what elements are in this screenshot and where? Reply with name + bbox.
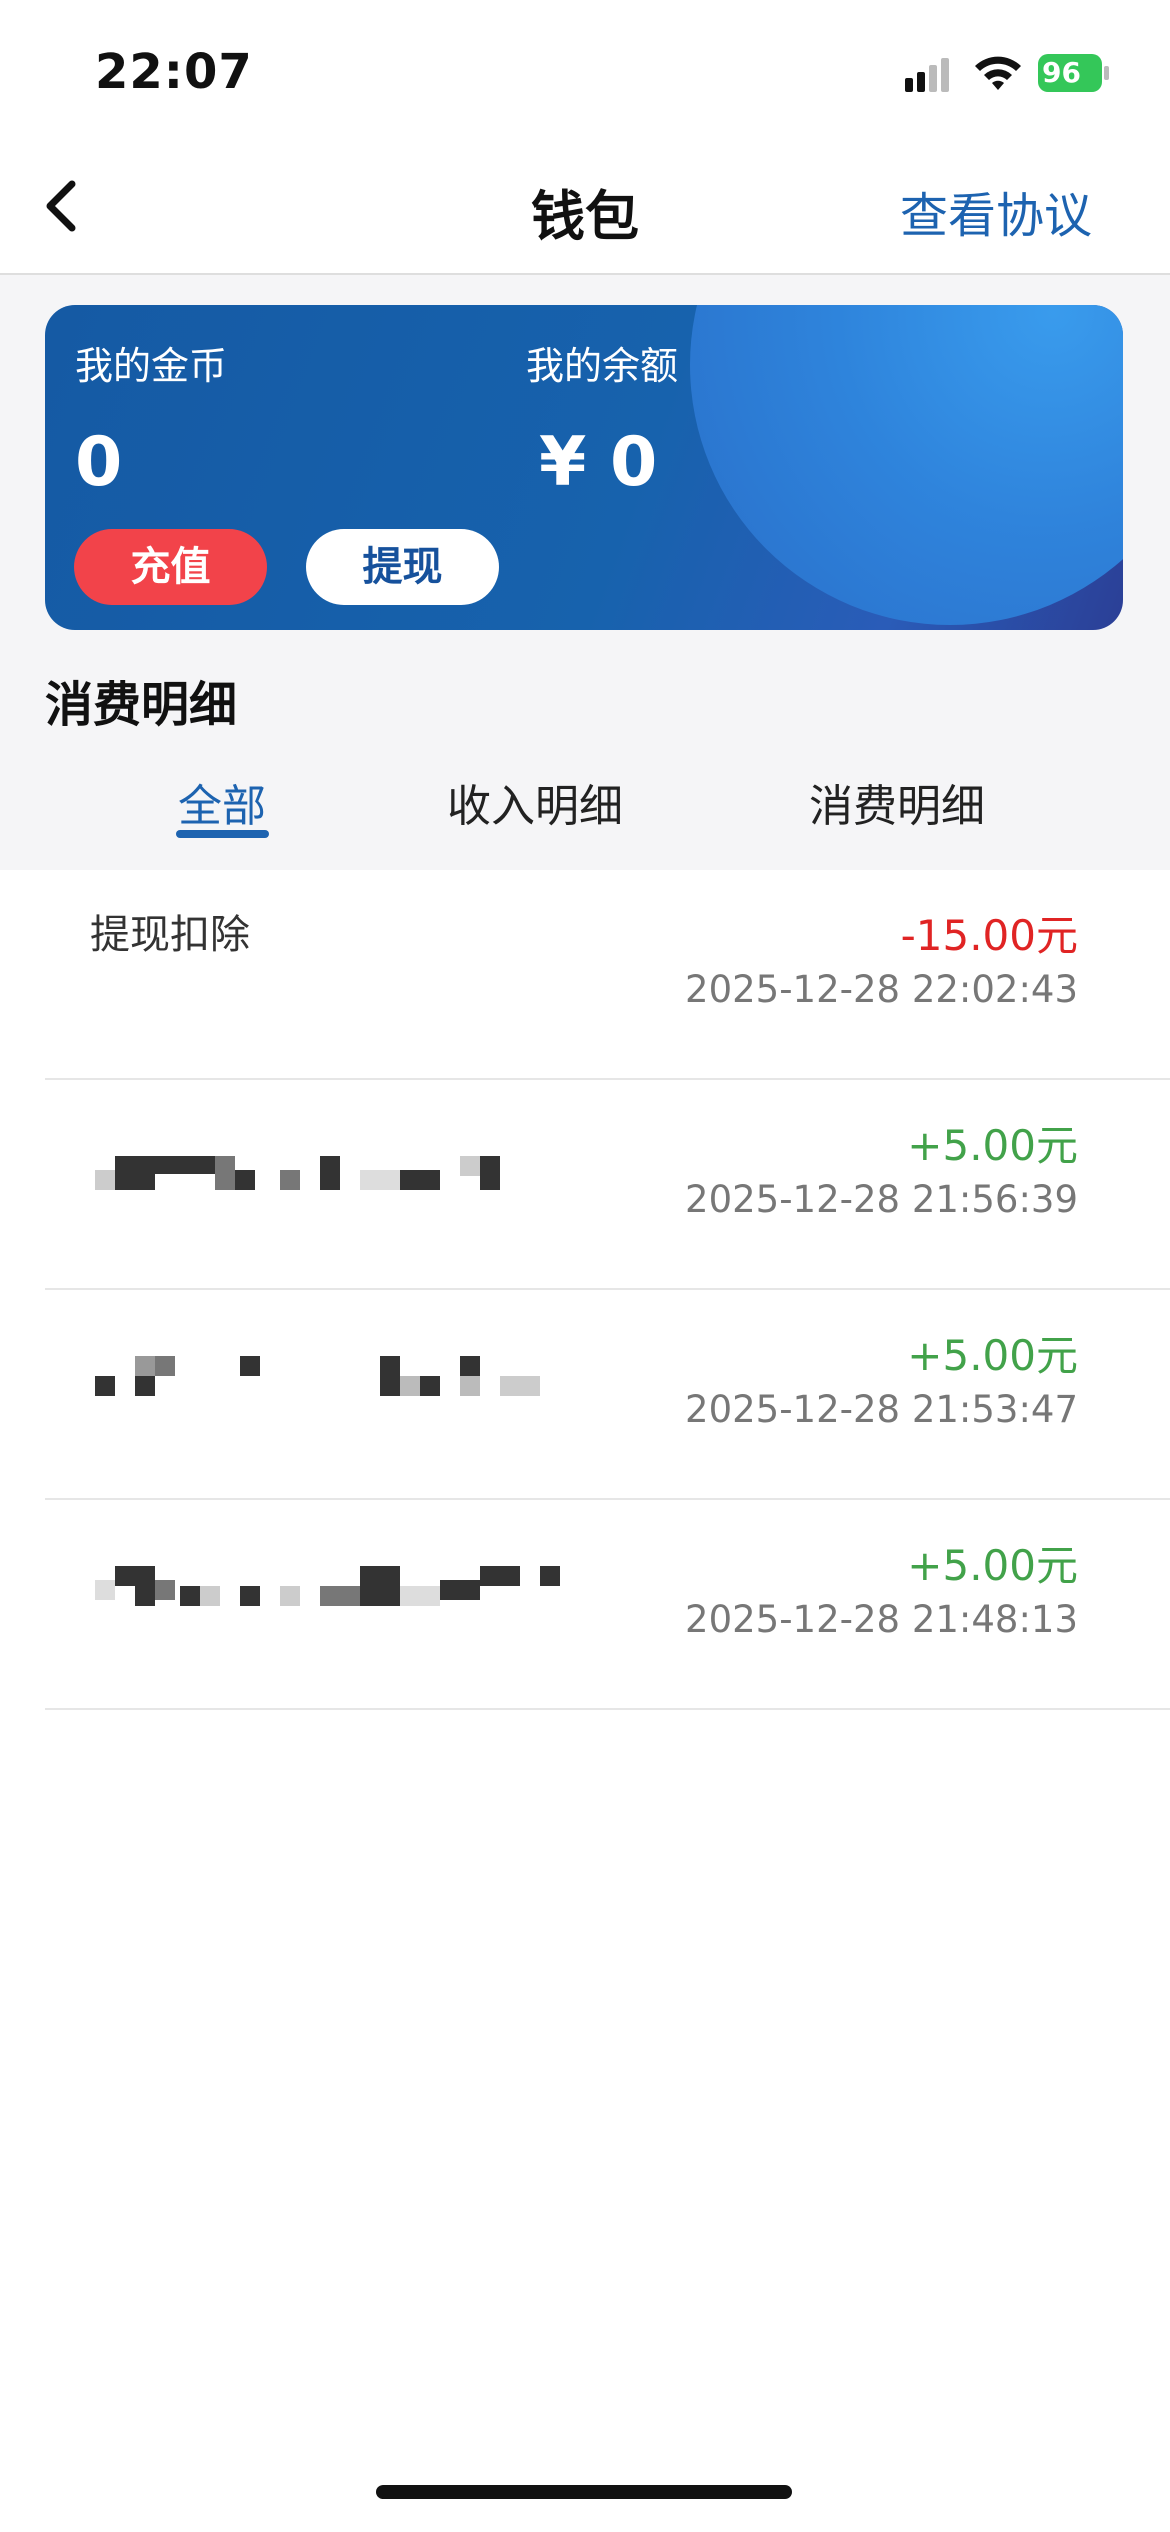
status-time: 22:07 (95, 44, 253, 100)
transaction-time: 2025-12-28 22:02:43 (685, 968, 1078, 1011)
card-decoration (690, 305, 1123, 625)
tab-all[interactable]: 全部 (178, 770, 266, 834)
tab-income[interactable]: 收入明细 (447, 770, 623, 834)
row-divider (45, 1708, 1170, 1710)
transaction-amount: -15.00元 (900, 911, 1078, 960)
transaction-time: 2025-12-28 21:53:47 (685, 1388, 1078, 1431)
coins-label: 我的金币 (75, 344, 228, 388)
transaction-amount: +5.00元 (907, 1121, 1078, 1170)
transaction-amount: +5.00元 (907, 1541, 1078, 1590)
transaction-row[interactable]: +5.00元 2025-12-28 21:48:13 (0, 1500, 1170, 1710)
transaction-row[interactable]: +5.00元 2025-12-28 21:56:39 (0, 1080, 1170, 1290)
transaction-title: 提现扣除 (90, 912, 250, 958)
wifi-icon (975, 56, 1021, 90)
withdraw-button[interactable]: 提现 (306, 529, 499, 605)
transaction-time: 2025-12-28 21:48:13 (685, 1598, 1078, 1641)
transaction-row[interactable]: 提现扣除 -15.00元 2025-12-28 22:02:43 (0, 870, 1170, 1080)
section-title: 消费明细 (45, 677, 238, 733)
balance-value: ¥ 0 (539, 423, 658, 502)
transaction-row[interactable]: +5.00元 2025-12-28 21:53:47 (0, 1290, 1170, 1500)
home-indicator (376, 2485, 792, 2499)
balance-label: 我的余额 (526, 344, 679, 388)
view-agreement-link[interactable]: 查看协议 (900, 176, 1092, 246)
battery-charging-icon: 96 (1038, 54, 1110, 92)
status-bar: 22:07 96 (0, 0, 1170, 140)
recharge-button[interactable]: 充值 (74, 529, 267, 605)
transaction-time: 2025-12-28 21:56:39 (685, 1178, 1078, 1221)
battery-level: 96 (1042, 56, 1081, 89)
active-tab-indicator (176, 830, 269, 838)
cellular-signal-icon (905, 58, 949, 92)
transaction-amount: +5.00元 (907, 1331, 1078, 1380)
tab-expense[interactable]: 消费明细 (809, 770, 985, 834)
nav-bar: 钱包 查看协议 (0, 140, 1170, 275)
wallet-card: 我的金币 我的余额 0 ¥ 0 充值 提现 (45, 305, 1123, 630)
coins-value: 0 (75, 423, 123, 502)
